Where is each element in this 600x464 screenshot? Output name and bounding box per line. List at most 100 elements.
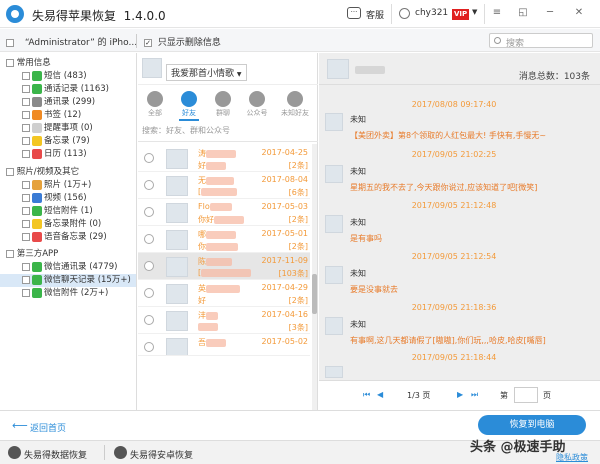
list-item-selected[interactable]: 陈[2017-11-09 [103条] — [138, 253, 310, 280]
page-number-input[interactable] — [514, 387, 538, 403]
list-item[interactable]: 吾 2017-05-02 — [138, 334, 310, 356]
divider — [136, 34, 137, 48]
list-item[interactable]: 无[2017-08-04 [6条] — [138, 172, 310, 199]
account-avatar — [142, 58, 162, 78]
contact-search-input[interactable]: 搜索：好友、群和公众号 — [142, 125, 312, 137]
list-item[interactable]: Flo 你好 2017-05-03 [2条] — [138, 199, 310, 226]
tab-label: 未知好友 — [281, 109, 309, 117]
calendar-icon — [32, 148, 42, 159]
privacy-link[interactable]: 隐私政策 — [556, 452, 588, 463]
row-radio[interactable] — [144, 315, 154, 325]
bookmark-icon — [32, 109, 42, 120]
device-checkbox[interactable] — [6, 38, 14, 47]
divider — [391, 4, 392, 24]
message-sender: 未知 — [350, 320, 366, 329]
row-radio[interactable] — [144, 288, 154, 298]
sidebar-item-photos[interactable]: 照片 (1万+) — [22, 179, 91, 192]
close-icon[interactable]: ✕ — [572, 6, 586, 20]
sidebar-item-sms-attachments[interactable]: 短信附件 (1) — [22, 205, 93, 218]
device-row[interactable]: “Administrator” 的 iPho... — [6, 35, 137, 48]
avatar — [325, 165, 343, 183]
sidebar-item-notes[interactable]: 备忘录 (79) — [22, 135, 90, 148]
row-radio[interactable] — [144, 180, 154, 190]
footer-link-android-recovery[interactable]: 失易得安卓恢复 — [130, 448, 193, 461]
footer-link-data-recovery[interactable]: 失易得数据恢复 — [24, 448, 87, 461]
row-date: 2017-04-16 — [261, 310, 309, 319]
back-arrow-icon[interactable]: ⟵ — [12, 419, 28, 432]
item-label: 通话记录 (1163) — [44, 84, 109, 94]
skin-icon[interactable]: ◱ — [516, 6, 530, 20]
sidebar-item-videos[interactable]: 视频 (156) — [22, 192, 87, 205]
row-radio[interactable] — [144, 261, 154, 271]
group-common[interactable]: 常用信息 — [6, 57, 51, 70]
item-label: 书签 (12) — [44, 110, 82, 120]
sidebar-item-wechat-attachments[interactable]: 微信附件 (2万+) — [22, 287, 108, 300]
back-home-button[interactable]: 返回首页 — [30, 421, 66, 434]
category-sidebar: 常用信息 短信 (483) 通话记录 (1163) 通讯录 (299) 书签 (… — [0, 53, 137, 410]
next-page-button[interactable]: ▶ — [457, 390, 463, 399]
scrollbar[interactable] — [312, 144, 317, 410]
recover-to-pc-button[interactable]: 恢复到电脑 — [478, 415, 586, 435]
prev-page-button[interactable]: ◀ — [377, 390, 383, 399]
tab-all[interactable]: 全部 — [142, 91, 168, 118]
pagination: ⏮ ◀ 1/3 页 ▶ ⏭ 第 页 — [319, 380, 600, 410]
sidebar-item-wechat-chats[interactable]: 微信聊天记录 (15万+) — [0, 274, 136, 287]
sidebar-item-contacts[interactable]: 通讯录 (299) — [22, 96, 95, 109]
item-label: 备忘录 (79) — [44, 136, 90, 146]
tab-friends[interactable]: 好友 — [176, 91, 202, 121]
vip-badge[interactable]: VIP — [452, 9, 470, 20]
group-media[interactable]: 照片/视频及其它 — [6, 166, 79, 179]
divider — [138, 141, 318, 142]
message-total: 消息总数：103条 — [518, 72, 590, 82]
account-select[interactable]: 我爱那首小情歌 ▼ — [166, 64, 247, 81]
sidebar-item-wechat-contacts[interactable]: 微信通讯录 (4779) — [22, 261, 117, 274]
sidebar-item-sms[interactable]: 短信 (483) — [22, 70, 87, 83]
list-item[interactable]: 涛好 2017-04-25 [2条] — [138, 145, 310, 172]
scrollbar-thumb[interactable] — [312, 274, 317, 314]
only-deleted-toggle[interactable]: ✓ 只显示删除信息 — [144, 35, 221, 48]
list-item[interactable]: 英好 2017-04-29 [2条] — [138, 280, 310, 307]
row-count: [2条] — [288, 296, 308, 305]
row-date: 2017-05-01 — [261, 229, 309, 238]
sidebar-item-voice-memos[interactable]: 语音备忘录 (29) — [22, 231, 107, 244]
wechat-icon — [32, 287, 42, 298]
minimize-icon[interactable]: ─ — [543, 6, 557, 20]
message-sender: 未知 — [350, 115, 366, 124]
item-label: 视频 (156) — [44, 193, 87, 203]
row-radio[interactable] — [144, 207, 154, 217]
wechat-icon — [32, 274, 42, 285]
only-deleted-checkbox[interactable]: ✓ — [144, 38, 152, 47]
service-icon[interactable]: ··· — [347, 7, 361, 19]
video-icon — [32, 192, 42, 203]
sidebar-item-calendar[interactable]: 日历 (113) — [22, 148, 87, 161]
list-item[interactable]: 沣 2017-04-16 [3条] — [138, 307, 310, 334]
group-third-party[interactable]: 第三方APP — [6, 248, 58, 261]
search-input[interactable]: 搜索 — [489, 33, 593, 49]
user-menu-chevron-icon[interactable]: ▼ — [472, 8, 477, 16]
row-radio[interactable] — [144, 342, 154, 352]
last-page-button[interactable]: ⏭ — [471, 390, 478, 400]
first-page-button[interactable]: ⏮ — [363, 390, 370, 400]
tab-groups[interactable]: 群聊 — [210, 91, 236, 118]
menu-icon[interactable]: ≡ — [490, 6, 504, 20]
watermark: 头条 @极速手助 — [470, 440, 566, 455]
page-indicator: 1/3 页 — [407, 391, 431, 400]
row-radio[interactable] — [144, 234, 154, 244]
row-count: [6条] — [288, 188, 308, 197]
row-count: [2条] — [288, 242, 308, 251]
row-radio[interactable] — [144, 153, 154, 163]
message-time: 2017/09/05 21:02:25 — [411, 150, 497, 159]
sidebar-item-reminders[interactable]: 提醒事项 (0) — [22, 122, 93, 135]
chat-panel: 消息总数：103条 2017/08/08 09:17:40 未知 【美团外卖】第… — [319, 53, 600, 410]
sidebar-item-bookmarks[interactable]: 书签 (12) — [22, 109, 81, 122]
tab-official[interactable]: 公众号 — [244, 91, 270, 118]
tab-unknown[interactable]: 未知好友 — [278, 91, 312, 118]
list-item[interactable]: 哪你 2017-05-01 [2条] — [138, 226, 310, 253]
username[interactable]: chy321 — [415, 8, 448, 18]
contact-name: 哪 — [198, 229, 236, 240]
message-time: 2017/09/05 21:18:36 — [411, 303, 497, 312]
sidebar-item-note-attachments[interactable]: 备忘录附件 (0) — [22, 218, 101, 231]
sidebar-item-calls[interactable]: 通话记录 (1163) — [22, 83, 109, 96]
service-button[interactable]: 客服 — [366, 8, 384, 21]
group-label: 照片/视频及其它 — [16, 167, 80, 177]
